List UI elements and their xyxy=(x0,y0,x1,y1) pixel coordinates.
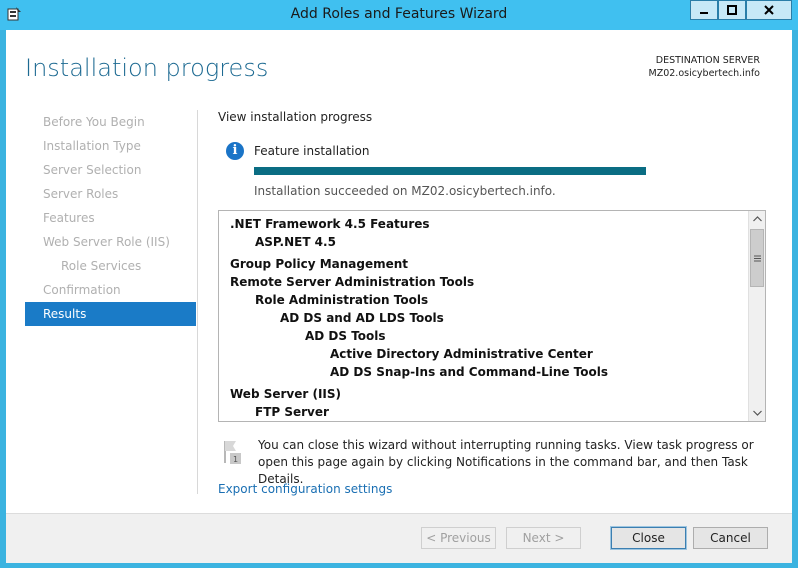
nav-divider xyxy=(197,110,198,494)
chevron-down-icon xyxy=(752,410,762,416)
results-list-item: Remote Server Administration Tools xyxy=(230,275,475,289)
results-list-item: Web Server (IIS) xyxy=(230,387,342,401)
wizard-footer: < Previous Next > Close Cancel xyxy=(6,513,792,563)
close-wizard-note: You can close this wizard without interr… xyxy=(258,438,754,486)
info-icon: i xyxy=(226,142,244,160)
destination-server-name: MZ02.osicybertech.info xyxy=(648,68,761,79)
maximize-button[interactable] xyxy=(718,0,746,20)
nav-item-installation-type: Installation Type xyxy=(43,139,141,153)
window-title: Add Roles and Features Wizard xyxy=(290,6,508,22)
nav-item-before-you-begin: Before You Begin xyxy=(43,115,145,129)
scroll-up-button[interactable] xyxy=(749,211,765,227)
close-icon xyxy=(764,5,774,15)
nav-item-server-selection: Server Selection xyxy=(43,163,142,177)
destination-label: DESTINATION SERVER xyxy=(655,55,760,66)
results-list-item: .NET Framework 4.5 Features xyxy=(230,217,430,231)
progress-bar-fill xyxy=(254,167,646,175)
nav-item-role-services: Role Services xyxy=(61,259,142,273)
maximize-icon xyxy=(727,5,737,15)
results-list-items: .NET Framework 4.5 Features ASP.NET 4.5 Gr… xyxy=(219,211,748,421)
minimize-icon xyxy=(700,12,708,14)
feature-installation-label: Feature installation xyxy=(254,144,370,158)
next-button[interactable]: Next > xyxy=(506,527,581,549)
nav-item-server-roles: Server Roles xyxy=(43,187,119,201)
main-content: View installation progress i Feature ins… xyxy=(218,110,778,496)
page-title: Installation progress xyxy=(25,54,269,82)
installation-progress-bar xyxy=(254,167,646,175)
title-bar[interactable]: Add Roles and Features Wizard xyxy=(0,0,798,30)
svg-text:1: 1 xyxy=(233,455,238,464)
results-list-item: AD DS and AD LDS Tools xyxy=(280,311,444,325)
nav-item-features: Features xyxy=(43,211,95,225)
grip-icon xyxy=(753,255,761,261)
destination-server: DESTINATION SERVER MZ02.osicybertech.inf… xyxy=(649,54,761,80)
nav-item-results[interactable]: Results xyxy=(25,302,196,326)
nav-item-web-server-role: Web Server Role (IIS) xyxy=(43,235,170,249)
results-list-item: ASP.NET 4.5 xyxy=(255,235,336,249)
installation-status: Installation succeeded on MZ02.osicybert… xyxy=(254,184,556,198)
notification-flag-icon: 1 xyxy=(224,441,241,464)
scroll-down-button[interactable] xyxy=(749,405,765,421)
wizard-client-area: Installation progress DESTINATION SERVER… xyxy=(6,30,792,563)
nav-item-confirmation: Confirmation xyxy=(43,283,121,297)
results-list-item: AD DS Snap-Ins and Command-Line Tools xyxy=(330,365,609,379)
results-list-item: Active Directory Administrative Center xyxy=(330,347,593,361)
scroll-thumb[interactable] xyxy=(750,229,764,287)
wizard-window: Add Roles and Features Wizard Installati… xyxy=(0,0,798,568)
results-scrollbar[interactable] xyxy=(748,211,765,421)
results-list-item: AD DS Tools xyxy=(305,329,386,343)
close-window-button[interactable] xyxy=(746,0,792,20)
cancel-button[interactable]: Cancel xyxy=(693,527,768,549)
previous-button[interactable]: < Previous xyxy=(421,527,496,549)
results-list-item: Role Administration Tools xyxy=(255,293,429,307)
close-button[interactable]: Close xyxy=(610,526,687,550)
minimize-button[interactable] xyxy=(690,0,718,20)
results-list-item: FTP Server xyxy=(255,405,329,419)
chevron-up-icon xyxy=(752,216,762,222)
results-list[interactable]: .NET Framework 4.5 Features ASP.NET 4.5 Gr… xyxy=(218,210,766,422)
results-list-item: Group Policy Management xyxy=(230,257,409,271)
wizard-nav: Before You Begin Installation Type Serve… xyxy=(6,110,196,326)
view-progress-label: View installation progress xyxy=(218,110,373,124)
export-configuration-link[interactable]: Export configuration settings xyxy=(218,482,392,496)
